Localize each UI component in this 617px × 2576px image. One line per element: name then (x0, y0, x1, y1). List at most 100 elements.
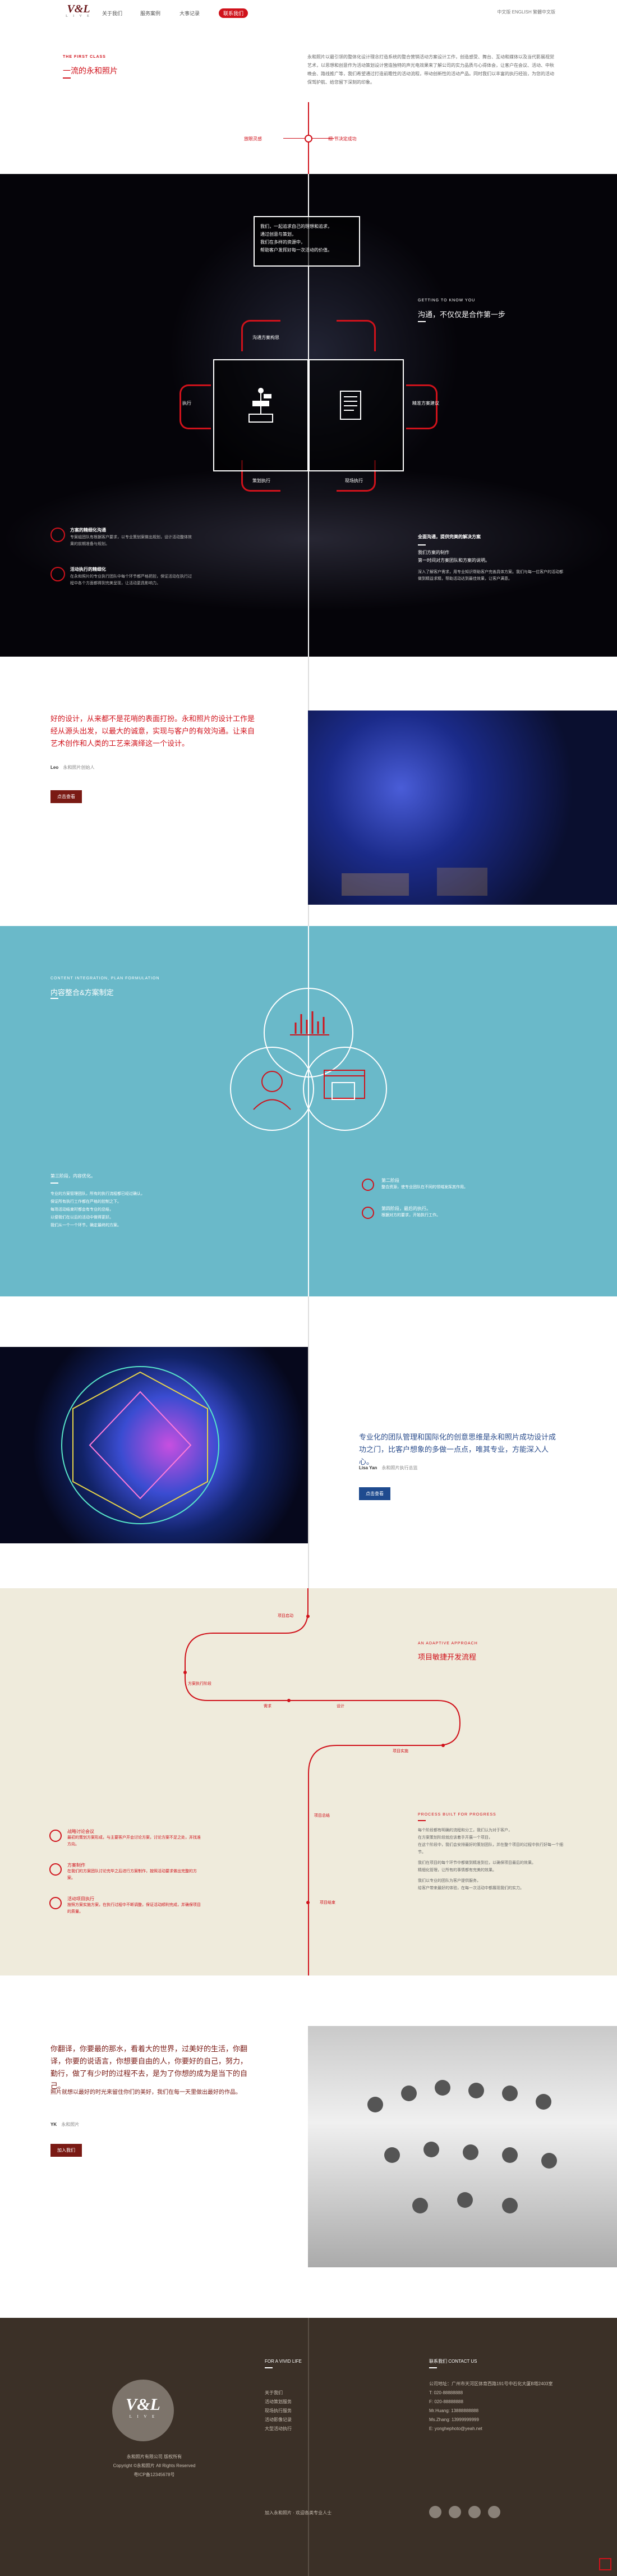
contact-line[interactable]: E: yonghephoto@yeah.net (429, 2424, 575, 2433)
right-line: 精细化管理，让所有的事情都有完美的效果。 (418, 1868, 496, 1872)
footer-link[interactable]: 关于我们 (265, 2389, 292, 2398)
right-block-note: 深入了解客户需求，用专业知识帮助客户完善具体方案。我们与每一位客户的活动都做到精… (418, 570, 563, 581)
qq-icon[interactable] (468, 2506, 481, 2518)
chat-icon (50, 528, 65, 542)
logo-sub: L I V E (66, 15, 91, 18)
gear-icon (49, 1863, 62, 1876)
item-title: 方案制作 (67, 1863, 85, 1868)
title-underline (63, 77, 71, 79)
site-logo[interactable]: V&L L I V E (59, 3, 98, 18)
language-switch[interactable]: 中文版 ENGLISH 繁體中文版 (497, 9, 555, 15)
right-block: 全面沟通，提供完美的解决方案 我们方案的制作 第一时间对方案团队和方案的说明。 … (418, 533, 564, 583)
divider-line (308, 2318, 309, 2576)
process-title: 项目敏捷开发流程 (418, 1653, 477, 1661)
node-left: 执行 (182, 401, 191, 406)
blue-left-block: 第三阶段，内容优化。 专业的方案管理团队，所有的执行流程都已经过确认， 保证所有… (50, 1173, 191, 1230)
nav-item-about[interactable]: 关于我们 (102, 10, 122, 17)
weibo-icon[interactable] (429, 2506, 441, 2518)
item-text: 根据对方的要求，开始执行工作。 (381, 1213, 440, 1217)
blue-right-item: 第二阶段 整合资源，使专业团队在不同的领域发挥其作用。 (381, 1177, 527, 1191)
join-button[interactable]: 加入我们 (50, 2144, 82, 2157)
left-item-title: 方案的精细化沟通 (70, 528, 106, 533)
footer-contact: 公司地址：广州市天河区体育西路191号中石化大厦B塔2403室 T: 020-8… (429, 2380, 575, 2433)
right-block-title: 全面沟通，提供完美的解决方案 (418, 534, 481, 539)
path-label: 项目启动 (278, 1614, 293, 1618)
footer-mid-underline (265, 2367, 273, 2368)
search-icon (362, 1207, 374, 1219)
footer-link[interactable]: 现场执行服务 (265, 2407, 292, 2415)
footer-logo-text: V&L (126, 2395, 160, 2414)
footer-logo-sub: L I V E (129, 2414, 157, 2419)
contact-line: Mr.Huang: 13888888888 (429, 2408, 479, 2413)
quote-section-3: 你翻译，你要最的那水，看着大的世界，过美好的生活，你翻译，你要的说语言，你想要自… (0, 1975, 617, 2318)
footer-left-line: Copyright ©永和照片 All Rights Reserved (113, 2463, 196, 2468)
footer-contact-underline (429, 2367, 437, 2368)
back-to-top-button[interactable] (599, 2558, 611, 2570)
footer-contact-title: 联系我们 CONTACT US (429, 2359, 477, 2364)
left-underline (50, 1182, 58, 1184)
nav-item-cases[interactable]: 服务案例 (140, 10, 160, 17)
quote-author: YK 永和照片 (50, 2121, 79, 2128)
event-photo (308, 711, 617, 905)
contact-line: F: 020-88888888 (429, 2399, 463, 2404)
document-icon (339, 390, 364, 421)
footer-join[interactable]: 加入永和照片 · 欢迎各类专业人士 (265, 2509, 331, 2518)
footer-left: 永和照片有限公司 版权所有 Copyright ©永和照片 All Rights… (109, 2453, 199, 2479)
intro-title: 一流的永和照片 (63, 66, 118, 75)
nav-item-contact[interactable]: 联系我们 (219, 8, 248, 18)
footer-left-line: 永和照片有限公司 版权所有 (126, 2454, 182, 2459)
right-pill[interactable]: 细·节决定成功 (328, 136, 357, 142)
intro-paragraph: 永和照片以最引领的整体化设计理念打造系统的整合营销活动方案设计工作，创造感受、舞… (307, 54, 554, 85)
divider-line (308, 1296, 309, 1588)
author-role: 永和照片创始人 (63, 765, 95, 770)
intro-box: 我们，一起追求自己的理想和追求， 通过创意与策划， 我们在多样的资源中， 帮助客… (254, 216, 360, 267)
nav-item-events[interactable]: 大事记录 (179, 10, 200, 17)
footer-link[interactable]: 大型活动执行 (265, 2424, 292, 2433)
view-button[interactable]: 点击查看 (50, 790, 82, 803)
footer-link[interactable]: 活动影像记录 (265, 2415, 292, 2424)
blue-title: 内容整合&方案制定 (50, 988, 114, 997)
process-section: 项目启动 方案执行阶段 需求 设计 项目实施 项目总结 项目结束 AN ADAP… (0, 1588, 617, 1975)
left-pill[interactable]: 放眼灵感 (244, 136, 262, 142)
dark-underline (418, 321, 426, 322)
mandala-photo (0, 1347, 308, 1543)
wechat-icon[interactable] (449, 2506, 461, 2518)
box-line: 通过创意与策划， (260, 232, 296, 237)
process-item: 方案制作 在我们的方案团队讨论完毕之后进行方案制作，按照活动要求做出完整的方案。 (67, 1862, 202, 1882)
right-line: 我们在项目的每个环节中都做到精准到位，以确保项目最后的效果。 (418, 1861, 536, 1865)
process-right-block: PROCESS BUILT FOR PROGRESS 每个阶段都有明确的流程和分… (418, 1813, 564, 1892)
contact-line: 公司地址：广州市天河区体育西路191号中石化大厦B塔2403室 (429, 2381, 553, 2386)
intro-section: THE FIRST CLASS 一流的永和照片 永和照片以最引领的整体化设计理念… (0, 28, 617, 174)
node-bottom-left: 策划执行 (252, 478, 270, 483)
timeline-dot (305, 135, 312, 143)
footer-links: 关于我们 活动策划服务 现场执行服务 活动影像记录 大型活动执行 (265, 2389, 292, 2433)
footer-link[interactable]: 活动策划服务 (265, 2398, 292, 2407)
chat-icon (362, 1179, 374, 1191)
view-button[interactable]: 点击查看 (359, 1487, 390, 1500)
item-title: 活动项目执行 (67, 1896, 94, 1901)
contact-line: Ms.Zhang: 13999999999 (429, 2417, 479, 2422)
path-label: 设计 (337, 1704, 344, 1708)
meeting-icon (49, 1830, 62, 1842)
blue-underline (50, 998, 58, 999)
footer-left-line: 粤ICP备12345678号 (133, 2472, 175, 2477)
quote-text: 你翻译，你要最的那水，看着大的世界，过美好的生活，你翻译，你要的说语言，你想要自… (50, 2045, 248, 2090)
quote-section-1: 好的设计，从来都不是花哨的表面打扮。永和照片的设计工作是经从源头出发，以最大的诚… (0, 657, 617, 926)
box-line: 帮助客户发挥好每一次活动的价值。 (260, 247, 332, 253)
right-line: 在方案策划阶段就应该着手开展一个项目， (418, 1836, 492, 1840)
footer-mid-title: FOR A VIVID LIFE (265, 2359, 302, 2364)
item-text: 整合资源，使专业团队在不同的领域发挥其作用。 (381, 1185, 468, 1189)
quote-author: Leo 永和照片创始人 (50, 764, 94, 771)
dark-section: 我们，一起追求自己的理想和追求， 通过创意与策划， 我们在多样的资源中， 帮助客… (0, 174, 617, 657)
item-title: 第二阶段 (381, 1178, 399, 1183)
browser-circle (303, 1047, 387, 1131)
right-block-underline (418, 544, 426, 546)
contact-line: T: 020-88888888 (429, 2390, 463, 2395)
footer-logo[interactable]: V&L L I V E (112, 2380, 174, 2441)
dark-title: 沟通，不仅仅是合作第一步 (418, 310, 506, 319)
intro-eyebrow: THE FIRST CLASS (63, 55, 106, 59)
mail-icon[interactable] (488, 2506, 500, 2518)
blue-section: CONTENT INTEGRATION, PLAN FORMULATION 内容… (0, 926, 617, 1296)
left-line: 我们从一个一个环节，确定最终的方案。 (50, 1223, 121, 1227)
process-eyebrow: AN ADAPTIVE APPROACH (418, 1642, 478, 1645)
